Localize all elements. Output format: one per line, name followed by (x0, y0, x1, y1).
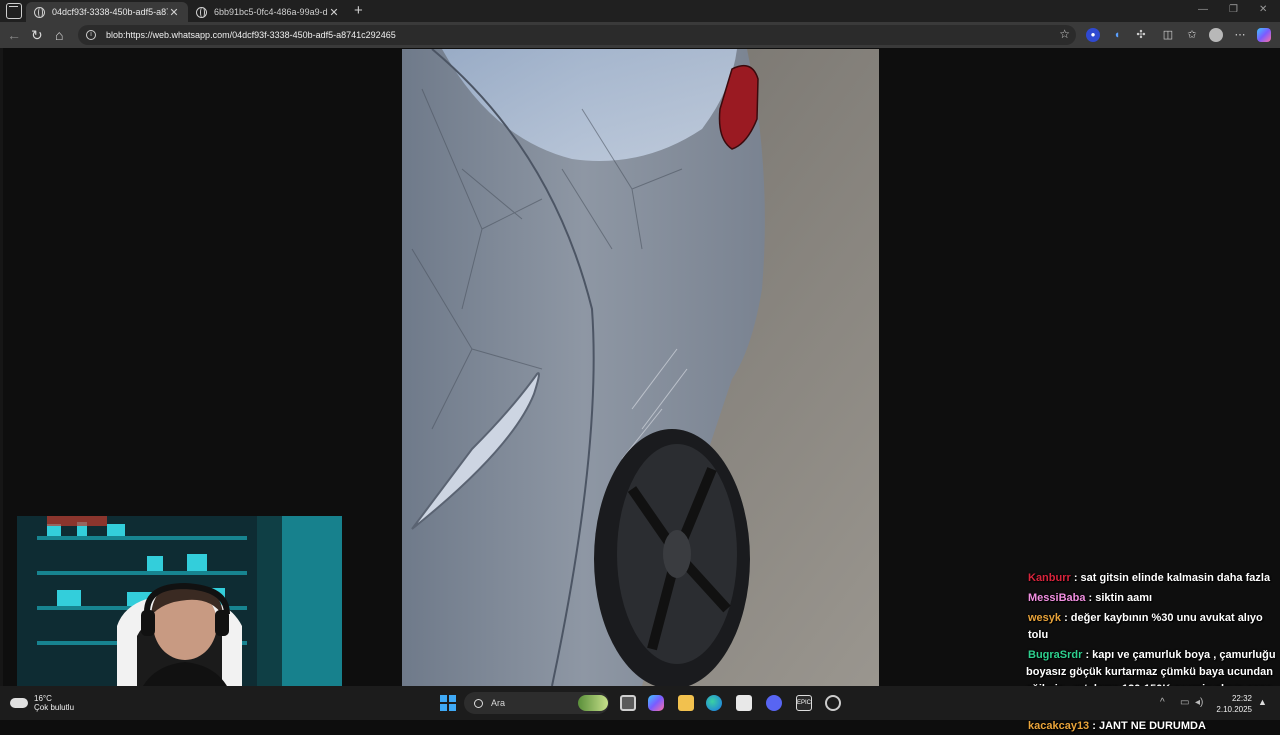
tab-whatsapp-blob-1[interactable]: 04dcf93f-3338-450b-adf5-a8741c292465 ✕ (26, 2, 188, 22)
weather-temperature: 16°C (34, 694, 52, 703)
chat-username: wesyk (1028, 612, 1062, 624)
discord-icon[interactable] (766, 695, 782, 711)
chat-text: : sat gitsin elinde kalmasin daha fazla (1070, 572, 1271, 584)
clock-time: 22:32 (1231, 694, 1252, 703)
globe-icon (34, 6, 45, 18)
chat-username: MessiBaba (1028, 592, 1086, 604)
chat-message: kacakcay13 : JANT NE DURUMDA (1028, 718, 1280, 735)
minimize-icon[interactable]: — (1198, 4, 1208, 15)
volume-icon[interactable]: ◂) (1195, 697, 1203, 708)
browser-tab-bar: 04dcf93f-3338-450b-adf5-a8741c292465 ✕ 6… (0, 0, 1280, 22)
tab-close-icon[interactable]: ✕ (328, 6, 340, 19)
task-view-icon[interactable] (620, 695, 636, 711)
url-text: blob:https://web.whatsapp.com/04dcf93f-3… (106, 30, 396, 40)
tab-title: 6bb91bc5-0fc4-486a-99a9-d548a... (214, 7, 328, 17)
navigation-bar: ← ↻ ⌂ i blob:https://web.whatsapp.com/04… (0, 22, 1280, 48)
chat-message: MessiBaba : siktin aamı (1028, 590, 1280, 607)
chat-username: BugraSrdr (1028, 649, 1083, 661)
weather-widget[interactable]: 16°C Çok bulutlu (10, 694, 74, 712)
windows-start-icon[interactable] (440, 695, 456, 711)
edge-browser-icon[interactable] (706, 695, 722, 711)
windows-taskbar: 16°C Çok bulutlu Ara EPIC ^ ▭ ◂) 22:32 2… (0, 686, 1280, 720)
site-info-icon[interactable]: i (86, 30, 96, 40)
home-icon[interactable]: ⌂ (55, 27, 63, 43)
tray-chevron-icon[interactable]: ^ (1160, 697, 1165, 708)
profile-avatar-icon[interactable] (1209, 28, 1223, 42)
favorites-icon[interactable]: ✩ (1185, 28, 1199, 42)
copilot-icon[interactable] (1257, 28, 1271, 42)
more-menu-icon[interactable]: ⋯ (1233, 28, 1247, 42)
cloud-icon (10, 698, 28, 708)
car-photo-illustration (402, 49, 879, 686)
read-aloud-icon[interactable]: ◖ (1110, 28, 1124, 42)
weather-condition: Çok bulutlu (34, 703, 75, 712)
tab-actions-icon[interactable] (6, 3, 22, 19)
tab-whatsapp-blob-2[interactable]: 6bb91bc5-0fc4-486a-99a9-d548a... ✕ (188, 2, 348, 22)
chat-text: : siktin aamı (1085, 592, 1153, 604)
streamer-webcam (17, 516, 342, 700)
split-screen-icon[interactable]: ◫ (1161, 28, 1175, 42)
refresh-icon[interactable]: ↻ (31, 27, 43, 43)
copilot-taskbar-icon[interactable] (648, 695, 664, 711)
epic-games-icon[interactable]: EPIC (796, 695, 812, 711)
chat-message: wesyk : değer kaybının %30 unu avukat al… (1028, 610, 1280, 644)
chat-text: : JANT NE DURUMDA (1089, 720, 1206, 732)
tab-title: 04dcf93f-3338-450b-adf5-a8741c292465 (52, 7, 168, 17)
taskbar-clock[interactable]: 22:32 2.10.2025 (1210, 693, 1252, 715)
chat-text: : değer kaybının %30 unu avukat alıyo to… (1028, 612, 1263, 641)
clock-date: 2.10.2025 (1216, 705, 1252, 714)
webcam-scene-illustration (17, 516, 342, 700)
file-explorer-icon[interactable] (678, 695, 694, 711)
extension-shield-icon[interactable]: ● (1086, 28, 1100, 42)
restore-icon[interactable]: ❐ (1229, 4, 1238, 15)
chat-message: Kanburr : sat gitsin elinde kalmasin dah… (1028, 570, 1280, 587)
globe-icon (196, 6, 207, 18)
obs-icon[interactable] (825, 695, 841, 711)
microsoft-store-icon[interactable] (736, 695, 752, 711)
car-damage-photo (402, 49, 879, 686)
new-tab-button[interactable]: + (354, 2, 363, 19)
close-window-icon[interactable]: ✕ (1259, 4, 1267, 15)
network-icon[interactable]: ▭ (1180, 697, 1189, 708)
search-placeholder: Ara (491, 698, 506, 708)
extensions-puzzle-icon[interactable]: ✣ (1134, 28, 1148, 42)
tab-close-icon[interactable]: ✕ (168, 6, 180, 19)
back-arrow-icon[interactable]: ← (7, 27, 21, 43)
favorite-star-icon[interactable]: ☆ (1059, 27, 1070, 41)
notification-bell-icon[interactable]: ▲ (1258, 697, 1267, 707)
search-icon (474, 698, 483, 708)
address-bar[interactable]: i blob:https://web.whatsapp.com/04dcf93f… (78, 25, 1076, 45)
search-highlight-icon[interactable] (578, 695, 608, 711)
chat-username: Kanburr (1028, 572, 1071, 584)
chat-username: kacakcay13 (1028, 720, 1090, 732)
